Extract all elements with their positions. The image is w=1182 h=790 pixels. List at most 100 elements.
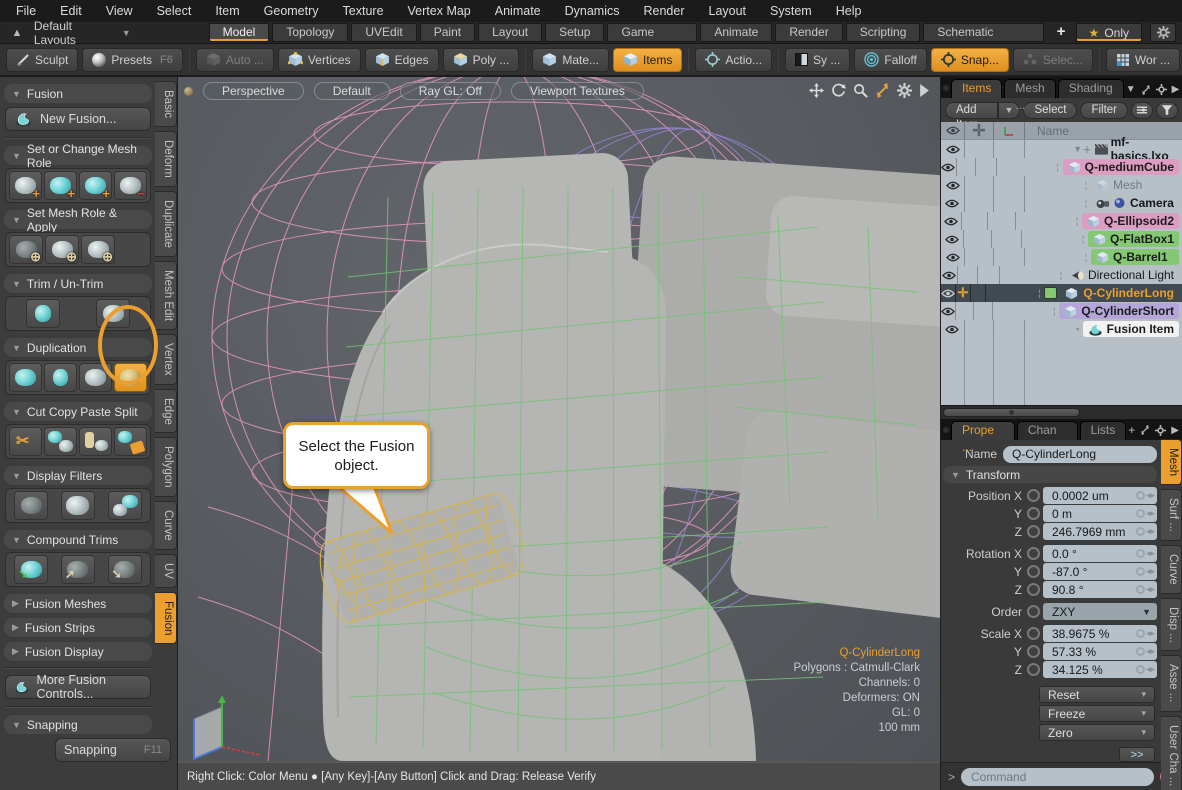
item-list-tab[interactable]: Items	[951, 79, 1002, 98]
action-center-button[interactable]: Actio...	[695, 48, 772, 72]
chevron-down-icon[interactable]: ▼	[1126, 84, 1136, 95]
transform-action-button[interactable]: Zero	[1039, 724, 1155, 741]
duplicate-trim-button[interactable]	[44, 363, 77, 392]
item-list-tab[interactable]: Mesh ...	[1004, 79, 1055, 98]
tool-category-tab[interactable]: Basic	[155, 81, 177, 127]
lock-column-header-icon[interactable]: ✛	[965, 122, 994, 139]
channel-toggle[interactable]	[1027, 547, 1040, 560]
mesh-role-section-header[interactable]: ▼Set or Change Mesh Role	[4, 146, 152, 165]
menu-item[interactable]: System	[758, 0, 824, 22]
channel-toggle[interactable]	[1027, 663, 1040, 676]
apply-intersect-button[interactable]: ⊕	[81, 235, 115, 264]
item-row[interactable]: ¦ Q-CylinderShort	[941, 302, 1182, 320]
item-row[interactable]: ¦ Camera	[941, 194, 1182, 212]
gear-icon[interactable]	[897, 83, 912, 98]
apply-union-button[interactable]: ⊕	[9, 235, 43, 264]
tool-category-tab[interactable]: UV	[155, 554, 177, 588]
layout-tab[interactable]: Animate	[700, 23, 772, 42]
layout-settings-button[interactable]	[1150, 23, 1176, 42]
edges-mode-button[interactable]: Edges	[365, 48, 439, 72]
snapping-button[interactable]: Snap...	[931, 48, 1009, 72]
apply-subtract-button[interactable]: ⊕	[45, 235, 79, 264]
zoom-icon[interactable]	[853, 83, 868, 98]
workplane-button[interactable]: Wor ...	[1106, 48, 1180, 72]
list-options-button[interactable]	[1131, 102, 1153, 119]
rotation-z-field[interactable]: 90.8 °◂▸	[1043, 581, 1157, 598]
menu-item[interactable]: Animate	[483, 0, 553, 22]
trim-button[interactable]	[26, 299, 60, 328]
falloff-button[interactable]: Falloff	[854, 48, 926, 72]
channel-toggle[interactable]	[1027, 583, 1040, 596]
fusion-strips-section-header[interactable]: ▶Fusion Strips	[4, 618, 152, 637]
menu-item[interactable]: Vertex Map	[396, 0, 483, 22]
item-row[interactable]: ▪ Fusion Item	[941, 320, 1182, 338]
duplication-section-header[interactable]: ▼Duplication	[4, 338, 152, 357]
fusion-display-section-header[interactable]: ▶Fusion Display	[4, 642, 152, 661]
trim-section-header[interactable]: ▼Trim / Un-Trim	[4, 274, 152, 293]
rotation-x-field[interactable]: 0.0 °◂▸	[1043, 545, 1157, 562]
scale-y-field[interactable]: 57.33 %◂▸	[1043, 643, 1157, 660]
pop-out-icon[interactable]	[1140, 425, 1150, 435]
visibility-column-header-eye-icon[interactable]	[941, 122, 965, 139]
visibility-eye-icon[interactable]	[941, 284, 956, 302]
tool-category-tab[interactable]: Fusion	[155, 592, 177, 645]
properties-tab[interactable]: Prope ...	[951, 421, 1015, 440]
properties-side-tab[interactable]: Curve	[1161, 545, 1182, 594]
visibility-eye-icon[interactable]	[941, 230, 964, 248]
pan-icon[interactable]	[809, 83, 824, 98]
menu-item[interactable]: Layout	[697, 0, 759, 22]
vertices-mode-button[interactable]: Vertices	[278, 48, 361, 72]
sculpt-button[interactable]: Sculpt	[6, 48, 78, 72]
layout-tab[interactable]: UVEdit	[351, 23, 416, 42]
channel-toggle[interactable]	[1027, 645, 1040, 658]
properties-side-tab[interactable]: User Cha ...	[1161, 716, 1182, 790]
filter-funnel-button[interactable]	[1156, 102, 1178, 119]
filter-dropdown-button[interactable]: Filter	[1080, 102, 1128, 119]
visibility-eye-icon[interactable]	[941, 248, 965, 266]
layout-tab[interactable]: Render	[775, 23, 842, 42]
remove-role-button[interactable]: −	[114, 171, 147, 200]
filter-dim-button[interactable]	[14, 491, 48, 520]
layout-tab[interactable]: Model	[209, 23, 270, 42]
properties-tab[interactable]: Chan ...	[1017, 421, 1078, 440]
items-mode-button[interactable]: Items	[613, 48, 682, 72]
copy-button[interactable]	[44, 427, 77, 456]
position-x-field[interactable]: 0.0002 um◂▸	[1043, 487, 1157, 504]
layout-tab[interactable]: Layout	[478, 23, 542, 42]
filter-full-button[interactable]	[61, 491, 95, 520]
layout-tab[interactable]: Scripting	[846, 23, 921, 42]
add-trim-role-button[interactable]: +	[44, 171, 77, 200]
menu-item[interactable]: Help	[824, 0, 874, 22]
auto-select-button[interactable]: Auto ...	[196, 48, 274, 72]
channel-toggle[interactable]	[1027, 525, 1040, 538]
more-fusion-controls-button[interactable]: More Fusion Controls...	[5, 675, 151, 699]
presets-button[interactable]: PresetsF6	[82, 48, 183, 72]
layout-tab[interactable]: Game Tools	[607, 23, 697, 42]
cut-button[interactable]: ✂	[9, 427, 42, 456]
tool-category-tab[interactable]: Edge	[155, 389, 177, 434]
fusion-meshes-section-header[interactable]: ▶Fusion Meshes	[4, 594, 152, 613]
filter-parts-button[interactable]	[108, 491, 142, 520]
scale-z-field[interactable]: 34.125 %◂▸	[1043, 661, 1157, 678]
new-fusion-button[interactable]: New Fusion...	[5, 107, 151, 131]
menu-item[interactable]: Render	[632, 0, 697, 22]
item-row[interactable]: ¦ Directional Light	[941, 266, 1182, 284]
compound-trims-section-header[interactable]: ▼Compound Trims	[4, 530, 152, 549]
viewport-header-button[interactable]: Default	[314, 82, 390, 100]
transform-action-button[interactable]: Freeze	[1039, 705, 1155, 722]
3d-viewport[interactable]: PerspectiveDefaultRay GL: OffViewport Te…	[178, 77, 940, 762]
layout-tab[interactable]: Topology	[272, 23, 348, 42]
axis-column-header-icon[interactable]	[994, 122, 1025, 139]
mesh-role-apply-section-header[interactable]: ▼Set Mesh Role & Apply	[4, 210, 152, 229]
untrim-button[interactable]	[96, 299, 130, 328]
materials-mode-button[interactable]: Mate...	[532, 48, 609, 72]
menu-item[interactable]: Texture	[331, 0, 396, 22]
favorites-only-toggle[interactable]: ★ Only	[1076, 23, 1142, 42]
layout-tab[interactable]: Setup	[545, 23, 604, 42]
visibility-eye-icon[interactable]	[941, 302, 956, 320]
menu-item[interactable]: Geometry	[252, 0, 331, 22]
maximize-icon[interactable]	[875, 83, 890, 98]
item-row[interactable]: ¦ Q-FlatBox1	[941, 230, 1182, 248]
item-row-selected[interactable]: ✛ ¦ Q-CylinderLong	[941, 284, 1182, 302]
position-z-field[interactable]: 246.7969 mm◂▸	[1043, 523, 1157, 540]
